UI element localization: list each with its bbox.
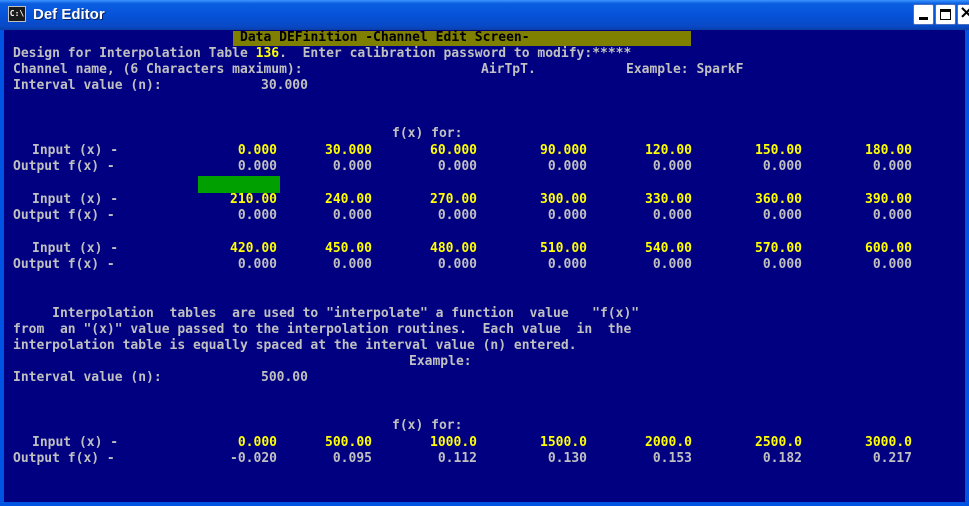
input-cell[interactable]: 510.00 (517, 241, 587, 257)
input-cell[interactable]: 330.00 (622, 192, 692, 208)
example-input-cell: 1500.0 (540, 435, 587, 450)
input-cell[interactable]: 450.00 (302, 241, 372, 257)
design-suffix: . Enter calibration password to modify: (279, 46, 593, 61)
input-cell[interactable]: 420.00 (207, 241, 277, 257)
example-interval-value: 500.00 (261, 370, 308, 385)
output-cell[interactable]: 0.000 (207, 159, 277, 175)
output-cell[interactable]: 0.000 (302, 208, 372, 224)
output-cell[interactable]: 0.000 (842, 208, 912, 224)
channel-label: Channel name, (6 Characters maximum): (13, 62, 303, 77)
output-cell[interactable]: 0.000 (622, 257, 692, 273)
title-bar[interactable]: C:\ Def Editor × (0, 0, 969, 30)
input-cell[interactable]: 240.00 (302, 192, 372, 208)
input-row-label: Input (x) - (32, 241, 119, 256)
channel-line: Channel name, (6 Characters maximum): Air… (13, 62, 743, 78)
example-output-cell: 0.153 (652, 451, 692, 466)
output-cell[interactable]: 0.000 (732, 208, 802, 224)
example-output-cell: 0.112 (437, 451, 477, 466)
interval-label: Interval value (n): (13, 78, 162, 93)
help-line-3: interpolation table is equally spaced at… (13, 338, 577, 353)
fx-header: f(x) for: (392, 126, 463, 141)
def-editor-window: C:\ Def Editor × Data DEFinition -Channe… (0, 0, 969, 506)
output-cell[interactable]: 0.000 (842, 159, 912, 175)
input-cell[interactable]: 120.00 (622, 143, 692, 159)
example-interval-line: Interval value (n): 500.00 (13, 370, 308, 386)
example-output-cell: 0.182 (762, 451, 802, 466)
interval-value-field[interactable]: 30.000 (261, 78, 308, 94)
output-row-label: Output f(x) - (13, 257, 115, 272)
example-input-cell: 1000.0 (430, 435, 477, 450)
channel-name-field[interactable]: AirTpT. (481, 62, 536, 78)
example-input-cell: 2500.0 (755, 435, 802, 450)
example-input-cell: 3000.0 (865, 435, 912, 450)
input-cell[interactable]: 360.00 (732, 192, 802, 208)
channel-example: Example: SparkF (626, 62, 744, 77)
input-cell[interactable]: 540.00 (622, 241, 692, 257)
output-cell[interactable]: 0.000 (732, 257, 802, 273)
example-input-cell: 2000.0 (645, 435, 692, 450)
output-cell[interactable]: 0.000 (207, 208, 277, 224)
input-cell[interactable]: 150.00 (732, 143, 802, 159)
interval-line: Interval value (n): 30.000 (13, 78, 308, 94)
example-fx-header: f(x) for: (392, 418, 463, 433)
selected-cell-highlight (198, 176, 280, 193)
output-cell[interactable]: 0.000 (622, 208, 692, 224)
example-input-cell: 500.00 (325, 435, 372, 450)
console-icon[interactable]: C:\ (8, 6, 26, 22)
input-row-label: Input (x) - (32, 192, 119, 207)
design-line: Design for Interpolation Table 136. Ente… (13, 46, 631, 62)
design-prefix: Design for Interpolation Table (13, 46, 256, 61)
example-label: Example: (409, 354, 472, 369)
input-cell[interactable]: 90.000 (517, 143, 587, 159)
input-cell[interactable]: 300.00 (517, 192, 587, 208)
output-row-label: Output f(x) - (13, 159, 115, 174)
output-cell[interactable]: 0.000 (842, 257, 912, 273)
input-cell[interactable]: 30.000 (302, 143, 372, 159)
output-cell[interactable]: 0.000 (207, 257, 277, 273)
output-cell[interactable]: 0.000 (732, 159, 802, 175)
close-icon: × (959, 2, 969, 23)
output-cell[interactable]: 0.000 (407, 159, 477, 175)
table-number: 136 (255, 46, 280, 61)
input-cell[interactable]: 600.00 (842, 241, 912, 257)
output-cell[interactable]: 0.000 (302, 159, 372, 175)
minimize-button[interactable] (913, 4, 934, 25)
output-cell[interactable]: 0.000 (407, 257, 477, 273)
input-cell[interactable]: 210.00 (207, 192, 277, 208)
output-cell[interactable]: 0.000 (517, 257, 587, 273)
screen-header: Data DEFinition -Channel Edit Screen- (240, 30, 530, 45)
input-cell[interactable]: 390.00 (842, 192, 912, 208)
input-cell[interactable]: 480.00 (407, 241, 477, 257)
output-row-label: Output f(x) - (13, 208, 115, 223)
help-line-2: from an "(x)" value passed to the interp… (13, 322, 632, 337)
input-cell[interactable]: 180.00 (842, 143, 912, 159)
example-input-label: Input (x) - (32, 435, 119, 450)
input-cell[interactable]: 270.00 (407, 192, 477, 208)
example-output-cell: 0.217 (872, 451, 912, 466)
console-area[interactable]: Data DEFinition -Channel Edit Screen- De… (4, 30, 965, 502)
input-cell[interactable]: 60.000 (407, 143, 477, 159)
maximize-button[interactable] (935, 4, 956, 25)
example-input-cell: 0.000 (237, 435, 277, 450)
output-cell[interactable]: 0.000 (407, 208, 477, 224)
example-output-label: Output f(x) - (13, 451, 115, 466)
input-row-label: Input (x) - (32, 143, 119, 158)
output-cell[interactable]: 0.000 (302, 257, 372, 273)
example-output-cell: -0.020 (230, 451, 277, 466)
output-cell[interactable]: 0.000 (517, 208, 587, 224)
close-button[interactable]: × (957, 2, 969, 25)
input-cell[interactable]: 570.00 (732, 241, 802, 257)
input-cell[interactable]: 0.000 (207, 143, 277, 159)
example-interval-label: Interval value (n): (13, 370, 162, 385)
output-cell[interactable]: 0.000 (517, 159, 587, 175)
help-line-1: Interpolation tables are used to "interp… (13, 306, 640, 321)
example-output-cell: 0.095 (332, 451, 372, 466)
example-output-cell: 0.130 (547, 451, 587, 466)
output-cell[interactable]: 0.000 (622, 159, 692, 175)
window-title: Def Editor (33, 6, 105, 23)
password-field[interactable]: ***** (592, 46, 631, 61)
